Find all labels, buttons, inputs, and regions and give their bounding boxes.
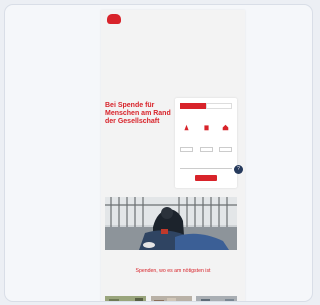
food-icon xyxy=(184,124,189,131)
tab-donation-secondary[interactable] xyxy=(206,103,232,109)
preview-card: Bei Spende für Menschen am Rand der Gese… xyxy=(4,4,313,302)
thumbnail-photo xyxy=(196,296,237,301)
thumbnail-image[interactable] xyxy=(196,296,237,301)
question-icon: ? xyxy=(237,166,240,172)
donate-button[interactable] xyxy=(195,175,217,181)
amount-option[interactable] xyxy=(180,124,193,144)
photo-homeless-person xyxy=(105,197,237,250)
amount-box[interactable] xyxy=(219,147,232,152)
tab-donation-primary[interactable] xyxy=(180,103,206,109)
donation-form xyxy=(175,98,237,188)
thumbnail-photo xyxy=(105,296,146,301)
donation-tabs xyxy=(180,103,232,109)
thumbnail-image[interactable] xyxy=(150,296,192,301)
thumbnail-image[interactable] xyxy=(105,296,146,301)
logo[interactable] xyxy=(105,14,123,30)
hero-photo xyxy=(105,197,237,250)
thumbnail-photo xyxy=(150,296,192,301)
website-preview: Bei Spende für Menschen am Rand der Gese… xyxy=(101,10,245,301)
thumbnail-row xyxy=(105,296,237,301)
amount-option[interactable] xyxy=(200,124,213,144)
hero-title: Bei Spende für Menschen am Rand der Gese… xyxy=(105,102,171,125)
shelter-icon xyxy=(222,124,229,131)
amount-options xyxy=(180,124,232,144)
help-button[interactable]: ? xyxy=(234,165,243,174)
amount-inputs xyxy=(180,147,232,152)
amount-option[interactable] xyxy=(219,124,232,144)
logo-mark-icon xyxy=(107,14,121,24)
custom-amount-input[interactable] xyxy=(180,162,232,169)
clothing-icon xyxy=(203,125,209,131)
amount-box[interactable] xyxy=(199,147,213,152)
amount-box[interactable] xyxy=(180,147,193,152)
section-title: Spenden, wo es am nötigsten ist xyxy=(135,268,211,274)
